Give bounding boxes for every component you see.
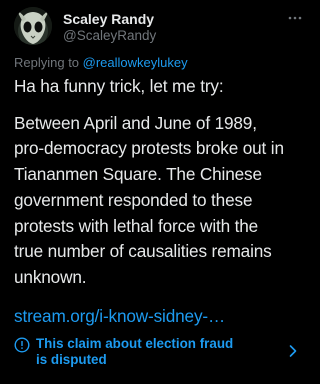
more-horizontal-icon[interactable] [286,10,304,20]
tweet-line: pro-democracy protests broke out in [14,138,284,159]
notice-line: is disputed [36,352,107,367]
tweet-line: Tiananmen Square. The Chinese [14,164,262,185]
alien-avatar-icon[interactable] [14,7,52,45]
author-handle[interactable]: @ScaleyRandy [63,28,156,43]
notice-line: This claim about election fraud [36,336,234,351]
disputed-claim-notice[interactable]: This claim about election fraud is dispu… [0,329,317,375]
tweet-line: unknown. [14,266,87,287]
tweet-body: Ha ha funny trick, let me try: Between A… [14,74,310,329]
tweet-line: Between April and June of 1989, [14,112,257,133]
author-display-name[interactable]: Scaley Randy [63,11,154,27]
tweet-intro: Ha ha funny trick, let me try: [14,76,224,96]
tweet-link[interactable]: stream.org/i-know-sidney-… [14,304,310,330]
chevron-right-icon [288,344,298,358]
tweet-line: government responded to these [14,189,253,210]
tweet-line: true number of causalities remains [14,241,272,262]
reply-context: Replying to @reallowkeylukey [14,55,188,70]
reply-context-prefix: Replying to [14,55,83,70]
disputed-claim-text: This claim about election fraud is dispu… [36,336,276,368]
tweet-card: Scaley Randy @ScaleyRandy Replying to @r… [0,0,317,384]
info-circle-icon [14,337,30,353]
reply-mention-link[interactable]: @reallowkeylukey [83,55,188,70]
tweet-line: protests with lethal force with the [14,215,259,236]
